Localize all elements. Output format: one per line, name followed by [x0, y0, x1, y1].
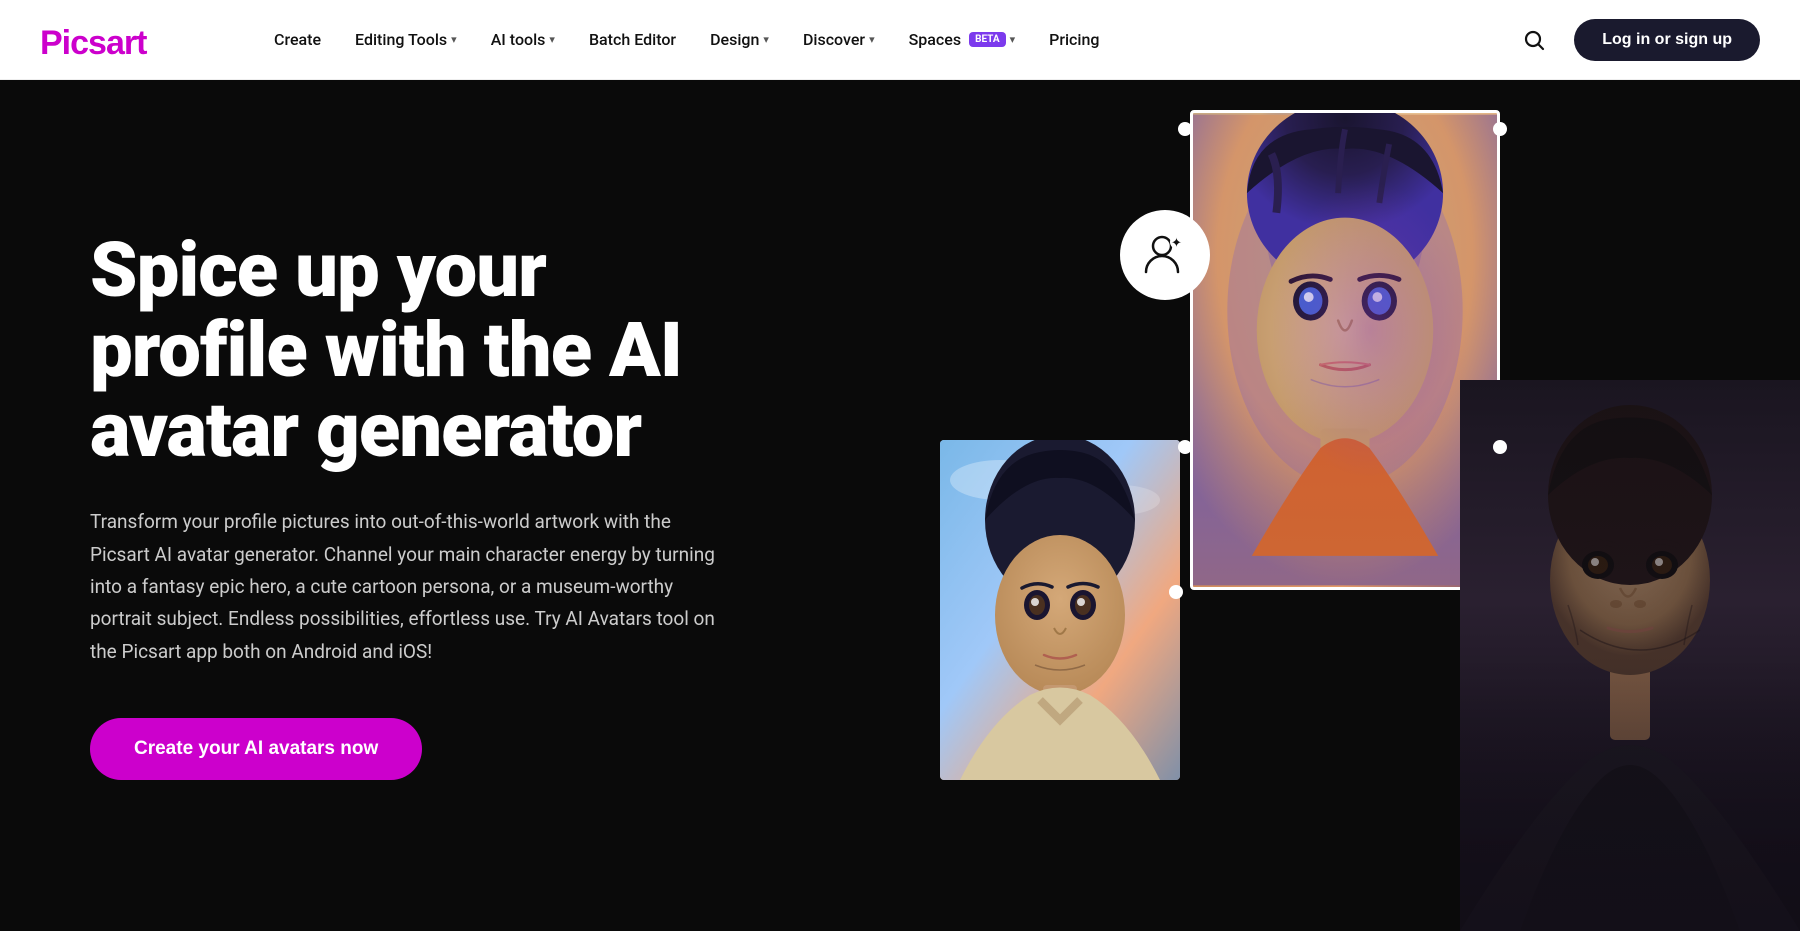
selection-dot-connector — [1169, 585, 1183, 599]
nav-create[interactable]: Create — [260, 22, 335, 57]
selection-dot-mr — [1493, 440, 1507, 454]
avatar-icon: ✦ — [1140, 230, 1190, 280]
nav-spaces[interactable]: Spaces BETA ▾ — [895, 22, 1030, 57]
avatar-icon-circle: ✦ — [1120, 210, 1210, 300]
svg-text:Picsart: Picsart — [40, 24, 147, 62]
search-button[interactable] — [1514, 20, 1554, 60]
cta-button[interactable]: Create your AI avatars now — [90, 718, 422, 780]
navbar: Picsart Create Editing Tools ▾ AI tools … — [0, 0, 1800, 80]
nav-ai-tools[interactable]: AI tools ▾ — [477, 22, 569, 57]
nav-right: Log in or sign up — [1514, 19, 1760, 61]
hero-images: ✦ — [840, 80, 1800, 931]
spaces-chevron: ▾ — [1010, 33, 1016, 46]
nav-design[interactable]: Design ▾ — [696, 22, 783, 57]
hero-title: Spice up your profile with the AI avatar… — [90, 231, 730, 470]
nav-links: Create Editing Tools ▾ AI tools ▾ Batch … — [260, 22, 1514, 57]
hero-content: Spice up your profile with the AI avatar… — [0, 151, 820, 860]
hero-description: Transform your profile pictures into out… — [90, 506, 730, 667]
selection-dot-tr — [1493, 122, 1507, 136]
hero-section: Spice up your profile with the AI avatar… — [0, 80, 1800, 931]
nav-batch-editor[interactable]: Batch Editor — [575, 22, 690, 57]
nav-editing-tools[interactable]: Editing Tools ▾ — [341, 22, 471, 57]
real-person-photo — [1460, 380, 1800, 931]
selection-dot-ml — [1178, 440, 1192, 454]
design-chevron: ▾ — [763, 33, 769, 46]
ai-tools-chevron: ▾ — [549, 33, 555, 46]
selection-dot-tl — [1178, 122, 1192, 136]
discover-chevron: ▾ — [869, 33, 875, 46]
nav-pricing[interactable]: Pricing — [1035, 22, 1113, 57]
editing-tools-chevron: ▾ — [451, 33, 457, 46]
nav-discover[interactable]: Discover ▾ — [789, 22, 889, 57]
svg-text:✦: ✦ — [1171, 236, 1182, 251]
bottom-left-anime-portrait — [940, 440, 1180, 780]
main-anime-portrait — [1190, 110, 1500, 590]
login-button[interactable]: Log in or sign up — [1574, 19, 1760, 61]
beta-badge: BETA — [969, 32, 1006, 47]
picsart-logo[interactable]: Picsart — [40, 18, 200, 62]
search-icon — [1522, 28, 1546, 52]
